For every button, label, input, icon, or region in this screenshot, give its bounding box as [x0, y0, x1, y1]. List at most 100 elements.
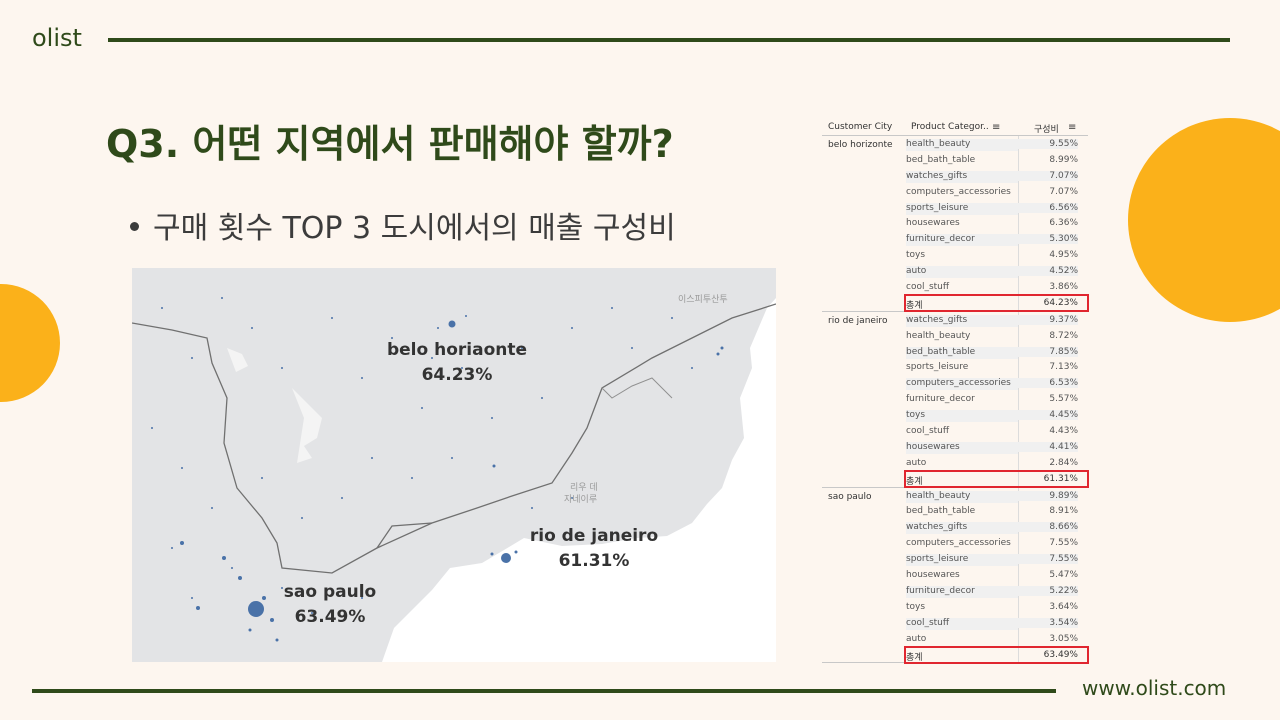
- map-canvas: [132, 268, 776, 662]
- city-share: 64.23%: [421, 365, 493, 385]
- footer-url[interactable]: www.olist.com: [1082, 676, 1226, 700]
- category-cell: watches_gifts: [906, 170, 1018, 183]
- share-cell: 8.66%: [1018, 522, 1078, 533]
- column-header-category[interactable]: Product Categor..: [911, 122, 989, 132]
- category-cell: cool_stuff: [906, 617, 1018, 630]
- share-cell: 7.07%: [1018, 170, 1078, 181]
- city-dot-rio-de-janeiro: [501, 553, 511, 563]
- share-cell: 3.64%: [1049, 601, 1078, 612]
- share-cell: 9.37%: [1018, 314, 1078, 325]
- share-cell: 7.13%: [1049, 362, 1078, 373]
- category-cell: auto: [906, 633, 927, 644]
- share-cell: 4.43%: [1049, 426, 1078, 437]
- category-cell: furniture_decor: [906, 394, 975, 405]
- category-cell: watches_gifts: [906, 314, 1018, 327]
- column-header-city: Customer City: [828, 122, 893, 132]
- share-cell: 7.85%: [1018, 346, 1078, 357]
- total-value: 63.49%: [1043, 649, 1078, 660]
- table-total-row: 총계 63.49%: [822, 645, 1089, 664]
- share-cell: 4.52%: [1018, 266, 1078, 277]
- table-row: auto 3.05%: [822, 631, 1088, 647]
- category-cell: health_beauty: [906, 139, 1018, 151]
- sort-icon[interactable]: ≡: [992, 122, 1000, 133]
- total-label: 총계: [906, 652, 923, 663]
- sort-icon[interactable]: ≡: [1068, 122, 1076, 133]
- table-row: cool_stuff 4.43%: [822, 423, 1088, 439]
- share-cell: 9.89%: [1018, 490, 1078, 501]
- category-cell: sports_leisure: [906, 362, 969, 373]
- bullet-dot-icon: [130, 222, 139, 231]
- category-cell: watches_gifts: [906, 522, 1018, 535]
- map-place-label: 자네이루: [564, 495, 598, 505]
- table-row: furniture_decor 5.30%: [822, 231, 1088, 247]
- map-city-label-rio-de-janeiro: rio de janeiro 61.31%: [524, 524, 664, 574]
- category-cell: health_beauty: [906, 330, 971, 341]
- city-dot-sao-paulo: [248, 601, 264, 617]
- table-row: furniture_decor 5.22%: [822, 583, 1088, 599]
- bullet-point: 구매 횟수 TOP 3 도시에서의 매출 구성비: [130, 203, 676, 247]
- slide-title: Q3. 어떤 지역에서 판매해야 할까?: [106, 122, 674, 166]
- category-cell: sports_leisure: [906, 554, 1018, 567]
- category-cell: bed_bath_table: [906, 346, 1018, 359]
- table-row: sports_leisure 6.56%: [822, 200, 1088, 216]
- share-cell: 5.57%: [1049, 394, 1078, 405]
- share-cell: 3.86%: [1049, 282, 1078, 293]
- table-group: rio de janeiro watches_gifts 9.37% health_b…: [822, 312, 1089, 488]
- table-row: toys 4.95%: [822, 247, 1088, 263]
- ocean-area: [382, 268, 776, 662]
- brand-logo-text: olist: [32, 24, 82, 52]
- map-city-label-sao-paulo: sao paulo 63.49%: [274, 580, 386, 630]
- share-cell: 8.91%: [1049, 506, 1078, 517]
- table-row: bed_bath_table 8.99%: [822, 152, 1088, 168]
- city-dot-belo-horizonte: [448, 320, 456, 328]
- category-cell: bed_bath_table: [906, 506, 976, 517]
- table-row: cool_stuff 3.86%: [822, 279, 1088, 295]
- city-name: belo horiaonte: [386, 340, 528, 360]
- category-cell: cool_stuff: [906, 282, 950, 293]
- table-row: health_beauty 9.89%: [822, 488, 1088, 504]
- table-row: furniture_decor 5.57%: [822, 391, 1088, 407]
- table-row: housewares 5.47%: [822, 567, 1088, 583]
- total-label: 총계: [906, 476, 923, 487]
- map-place-label: 이스피투산투: [678, 295, 728, 305]
- column-header-share[interactable]: 구성비: [1034, 122, 1059, 135]
- table-row: bed_bath_table 8.91%: [822, 503, 1088, 519]
- city-name: sao paulo: [283, 582, 377, 602]
- share-cell: 5.47%: [1049, 570, 1078, 581]
- table-group: belo horizonte health_beauty 9.55% bed_bath…: [822, 136, 1089, 312]
- share-cell: 8.72%: [1049, 330, 1078, 341]
- table-row: cool_stuff 3.54%: [822, 615, 1088, 631]
- share-cell: 4.41%: [1018, 441, 1078, 452]
- table-row: computers_accessories 7.55%: [822, 535, 1088, 551]
- decorative-circle-right: [1128, 118, 1280, 322]
- region-map: 이스피투산투 리우 데 자네이루 belo horiaonte 64.23% r…: [132, 268, 776, 662]
- category-share-table: Customer City Product Categor.. ≡ 구성비 ≡ …: [822, 119, 1089, 664]
- category-cell: computers_accessories: [906, 538, 1011, 549]
- category-cell: housewares: [906, 218, 960, 229]
- city-name: rio de janeiro: [529, 526, 659, 546]
- table-row: watches_gifts 8.66%: [822, 519, 1088, 535]
- category-cell: computers_accessories: [906, 186, 1011, 197]
- category-cell: cool_stuff: [906, 426, 950, 437]
- share-cell: 5.22%: [1018, 585, 1078, 596]
- table-row: sports_leisure 7.13%: [822, 359, 1088, 375]
- bullet-text: 구매 횟수 TOP 3 도시에서의 매출 구성비: [153, 211, 676, 246]
- share-cell: 5.30%: [1018, 234, 1078, 245]
- city-share: 63.49%: [294, 607, 366, 627]
- category-cell: health_beauty: [906, 490, 1018, 503]
- decorative-circle-left: [0, 284, 60, 402]
- table-row: housewares 6.36%: [822, 215, 1088, 231]
- category-cell: housewares: [906, 441, 1018, 454]
- share-cell: 2.84%: [1049, 457, 1078, 468]
- share-cell: 6.53%: [1018, 378, 1078, 389]
- table-total-row: 총계 64.23%: [822, 293, 1089, 312]
- footer-divider: [32, 689, 1056, 693]
- table-total-row: 총계 61.31%: [822, 469, 1089, 488]
- city-share: 61.31%: [558, 551, 630, 571]
- share-cell: 3.05%: [1049, 633, 1078, 644]
- table-row: computers_accessories 6.53%: [822, 375, 1088, 391]
- table-row: watches_gifts 7.07%: [822, 168, 1088, 184]
- table-row: sports_leisure 7.55%: [822, 551, 1088, 567]
- table-row: bed_bath_table 7.85%: [822, 344, 1088, 360]
- share-cell: 4.45%: [1018, 410, 1078, 421]
